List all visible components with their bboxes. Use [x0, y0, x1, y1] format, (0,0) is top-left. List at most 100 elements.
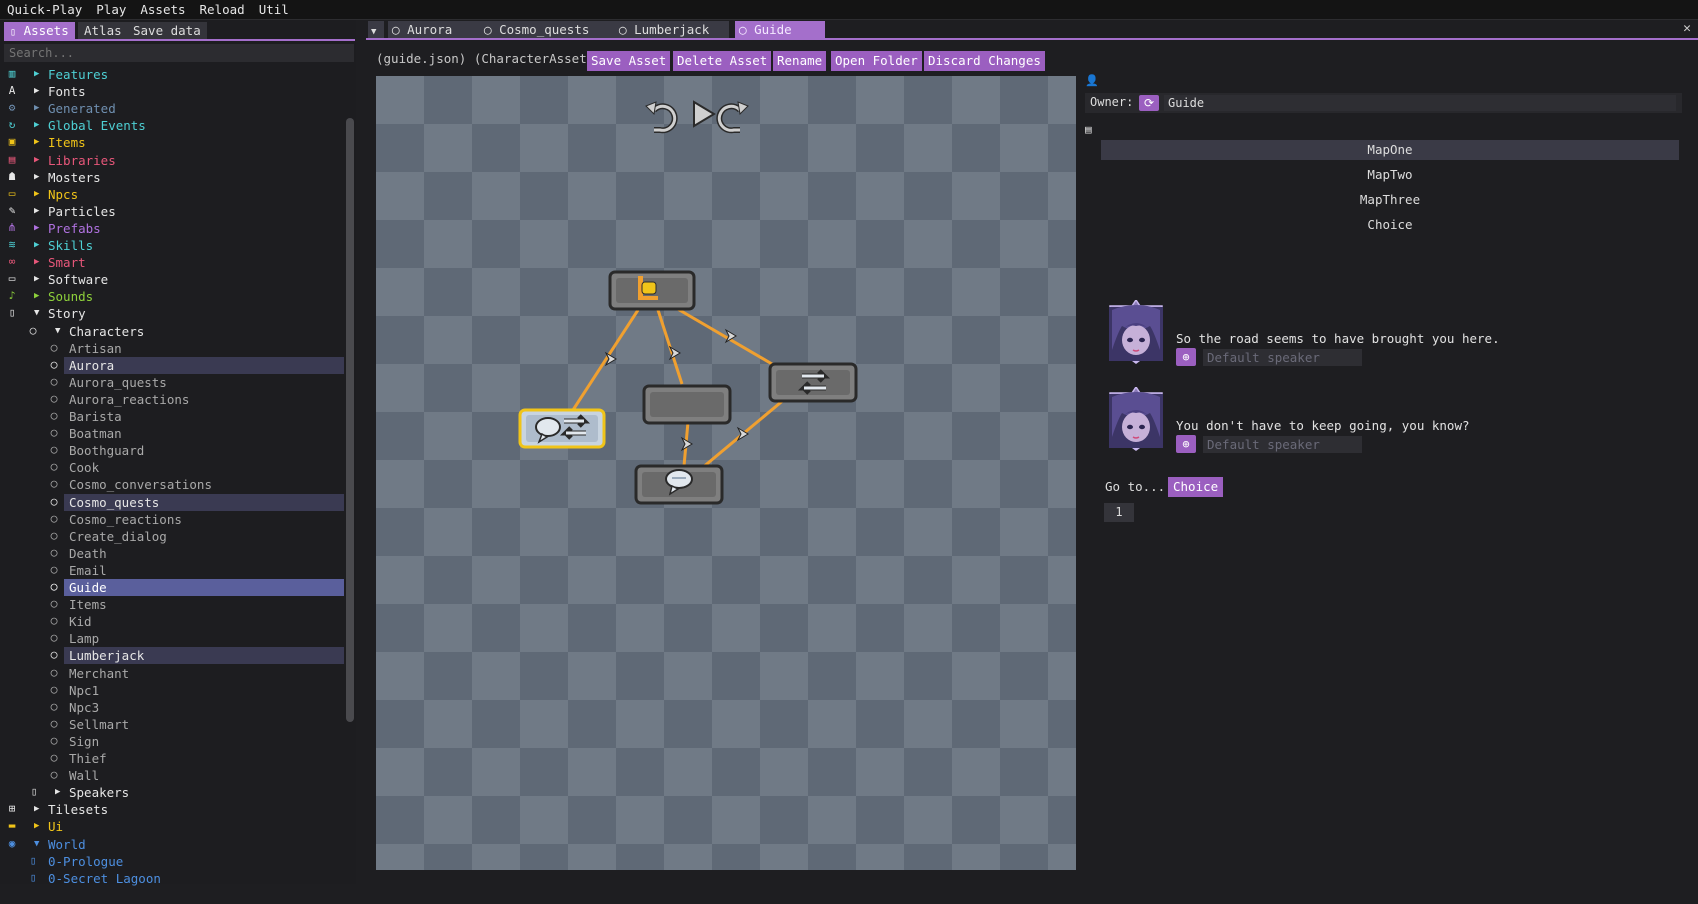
tree-item[interactable]: ◯ Boothguard [0, 442, 344, 459]
chevron-right-icon[interactable]: ▶ [55, 784, 65, 801]
chevron-right-icon[interactable]: ▶ [34, 237, 44, 254]
chevron-right-icon[interactable]: ▶ [34, 254, 44, 271]
menu-quick-play[interactable]: Quick-Play [0, 0, 89, 19]
add-speaker-button[interactable]: ⊕ [1176, 435, 1196, 453]
rename-button[interactable]: Rename [773, 51, 827, 71]
undo-icon[interactable] [645, 101, 678, 134]
tree-item[interactable]: ◯ Cook [0, 459, 344, 476]
tree-item[interactable]: ◯ Guide [0, 579, 344, 596]
chevron-right-icon[interactable]: ▶ [34, 169, 44, 186]
tree-item[interactable]: ◯ Cosmo_quests [0, 493, 344, 511]
menu-play[interactable]: Play [89, 0, 133, 19]
chevron-down-icon[interactable]: ▼ [55, 323, 65, 340]
tree-item[interactable]: ⚙ ▶ Generated [0, 100, 344, 117]
tree-scrollbar-thumb[interactable] [346, 118, 354, 722]
tree-item[interactable]: ◯ Lamp [0, 630, 344, 647]
tree-item[interactable]: ▯ 0-Secret Lagoon [0, 870, 344, 887]
play-icon[interactable] [693, 100, 716, 128]
graph-node-choice[interactable] [768, 362, 858, 403]
tree-item[interactable]: ◯ Sign [0, 733, 344, 750]
graph-node-dialog[interactable] [634, 464, 724, 505]
chevron-right-icon[interactable]: ▶ [34, 66, 44, 83]
tree-item[interactable]: ◯ Cosmo_reactions [0, 511, 344, 528]
goto-target-button[interactable]: Choice [1168, 477, 1224, 497]
chevron-right-icon[interactable]: ▶ [34, 288, 44, 305]
situation-item-choice[interactable]: Choice [1101, 215, 1679, 235]
tab-assets[interactable]: ▯ Assets [4, 22, 75, 39]
situation-item-mapone[interactable]: MapOne [1101, 140, 1679, 160]
tree-item[interactable]: ⋔ ▶ Prefabs [0, 220, 344, 237]
tree-item[interactable]: ◯ Npc3 [0, 699, 344, 716]
chevron-right-icon[interactable]: ▶ [34, 100, 44, 117]
tree-item[interactable]: ◯ Merchant [0, 665, 344, 682]
chevron-right-icon[interactable]: ▶ [34, 271, 44, 288]
situation-item-mapthree[interactable]: MapThree [1101, 190, 1679, 210]
speaker-input[interactable]: Default speaker [1203, 349, 1362, 366]
chevron-right-icon[interactable]: ▶ [34, 220, 44, 237]
tree-item[interactable]: ▯ 0-Prologue [0, 853, 344, 870]
chevron-right-icon[interactable]: ▶ [34, 203, 44, 220]
tab-lumberjack[interactable]: ◯ Lumberjack [615, 21, 729, 39]
tree-item[interactable]: ▯ ▼ Story [0, 305, 344, 322]
tree-item[interactable]: ◉ ▼ World [0, 836, 344, 853]
dialog-line-text[interactable]: So the road seems to have brought you he… [1176, 331, 1500, 346]
tree-item[interactable]: ◯ Kid [0, 613, 344, 630]
search-input[interactable] [4, 44, 354, 62]
tab-save-data[interactable]: Save data [127, 22, 207, 39]
chevron-right-icon[interactable]: ▶ [34, 818, 44, 835]
add-speaker-button[interactable]: ⊕ [1176, 348, 1196, 366]
tree-item[interactable]: ◯ Thief [0, 750, 344, 767]
chevron-down-icon[interactable]: ▼ [34, 305, 44, 322]
chevron-right-icon[interactable]: ▶ [34, 83, 44, 100]
tree-item[interactable]: ♪ ▶ Sounds [0, 288, 344, 305]
tree-item[interactable]: ∞ ▶ Smart [0, 254, 344, 271]
menu-assets[interactable]: Assets [133, 0, 192, 19]
tree-item[interactable]: ◯ Sellmart [0, 716, 344, 733]
refresh-icon[interactable]: ⟳ [1139, 95, 1159, 111]
tree-item[interactable]: ◯ Npc1 [0, 682, 344, 699]
tab-atlas[interactable]: Atlas [78, 22, 128, 39]
tree-item[interactable]: ▣ ▶ Items [0, 134, 344, 151]
tree-item[interactable]: ◯ Artisan [0, 340, 344, 357]
dialog-graph-canvas[interactable] [376, 76, 1076, 870]
tree-item[interactable]: ◯ ▼ Characters [0, 323, 344, 340]
owner-field[interactable]: Guide [1164, 95, 1676, 111]
tree-item[interactable]: ✎ ▶ Particles [0, 203, 344, 220]
tree-item[interactable]: ◯ Aurora_reactions [0, 391, 344, 408]
discard-changes-button[interactable]: Discard Changes [924, 51, 1045, 71]
tree-item[interactable]: ◯ Cosmo_conversations [0, 476, 344, 493]
graph-node-start[interactable] [608, 270, 696, 311]
tab-aurora[interactable]: ◯ Aurora [388, 21, 482, 39]
speaker-input[interactable]: Default speaker [1203, 436, 1362, 453]
delete-asset-button[interactable]: Delete Asset [673, 51, 772, 71]
situation-item-maptwo[interactable]: MapTwo [1101, 165, 1679, 185]
tree-item[interactable]: A ▶ Fonts [0, 83, 344, 100]
redo-icon[interactable] [716, 101, 749, 134]
tree-item[interactable]: ◯ Barista [0, 408, 344, 425]
goto-number-field[interactable]: 1 [1104, 503, 1134, 522]
dialog-line-text[interactable]: You don't have to keep going, you know? [1176, 418, 1470, 433]
graph-node-empty[interactable] [642, 384, 732, 425]
tree-item[interactable]: ▤ ▶ Libraries [0, 152, 344, 169]
tree-item[interactable]: ▭ ▶ Software [0, 271, 344, 288]
tree-item[interactable]: ▯ ▶ Speakers [0, 784, 344, 801]
close-icon[interactable]: ✕ [1680, 21, 1694, 37]
chevron-right-icon[interactable]: ▶ [34, 134, 44, 151]
open-folder-button[interactable]: Open Folder [831, 51, 922, 71]
chevron-right-icon[interactable]: ▶ [34, 117, 44, 134]
tree-item[interactable]: ▭ ▶ Npcs [0, 186, 344, 203]
tree-item[interactable]: ◯ Lumberjack [0, 647, 344, 665]
graph-node-dialog-choice[interactable] [518, 408, 606, 449]
tab-list-dropdown[interactable]: ▼ [368, 21, 384, 39]
tree-item[interactable]: ◯ Aurora [0, 356, 344, 374]
menu-util[interactable]: Util [252, 0, 296, 19]
tree-item[interactable]: ◯ Create_dialog [0, 528, 344, 545]
chevron-right-icon[interactable]: ▶ [34, 152, 44, 169]
tab-cosmo-quests[interactable]: ◯ Cosmo_quests [480, 21, 618, 39]
save-asset-button[interactable]: Save Asset [587, 51, 671, 71]
tree-item[interactable]: ◯ Email [0, 562, 344, 579]
tree-item[interactable]: ◯ Death [0, 545, 344, 562]
tree-item[interactable]: ▥ ▶ Features [0, 66, 344, 83]
chevron-right-icon[interactable]: ▶ [34, 186, 44, 203]
menu-reload[interactable]: Reload [193, 0, 252, 19]
